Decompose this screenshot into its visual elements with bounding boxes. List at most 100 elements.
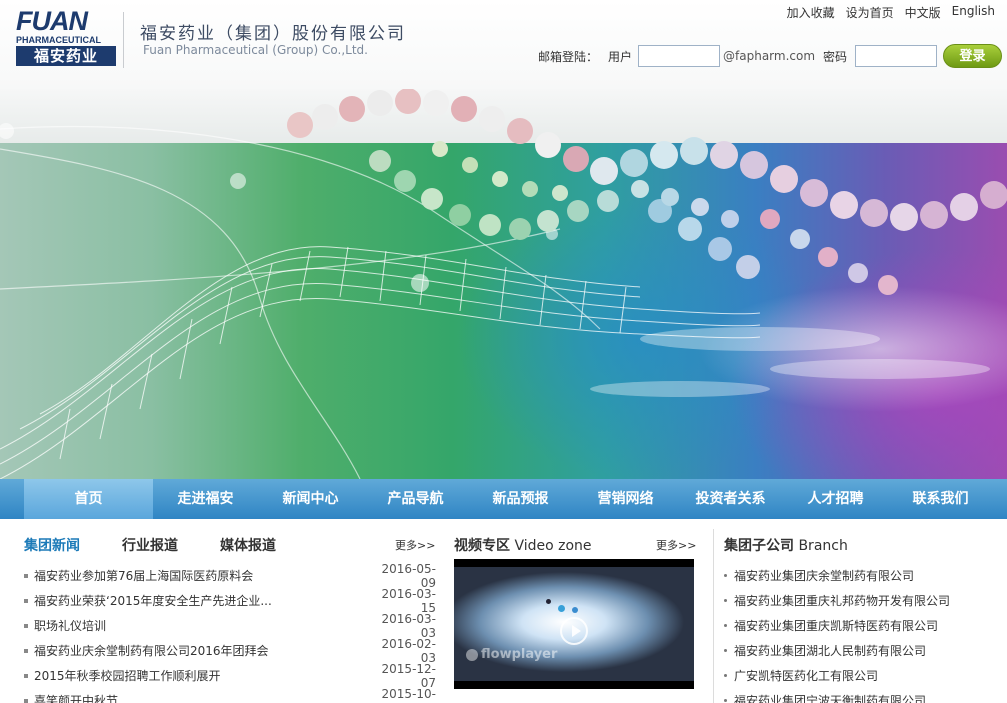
list-item[interactable]: 福安药业荣获‘2015年度安全生产先进企业... 2016-03-15 [24,586,436,615]
news-more-link[interactable]: 更多>> [395,537,435,553]
bullet-icon [24,573,28,578]
news-date: 2016-03-03 [381,611,436,640]
bullet-icon [24,598,28,603]
mail-login-label: 邮箱登陆： [538,49,599,64]
list-item[interactable]: 喜笑颜开中秋节 2015-10-09 [24,686,436,703]
video-title-en: Video zone [514,538,592,554]
tab-media-news[interactable]: 媒体报道 [220,535,276,555]
video-more-link[interactable]: 更多>> [656,537,696,553]
user-label: 用户 [608,49,633,64]
nav-careers[interactable]: 人才招聘 [783,479,888,519]
nav-news[interactable]: 新闻中心 [258,479,363,519]
flowplayer-label: flowplayer [481,647,558,662]
bullet-icon [24,698,28,703]
company-name-cn: 福安药业（集团）股份有限公司 [140,24,406,44]
logo-cn: 福安药业 [16,46,116,66]
tab-group-news[interactable]: 集团新闻 [24,535,80,555]
mail-user-input[interactable] [638,45,721,67]
logo-en: FUAN [16,6,88,36]
news-title[interactable]: 喜笑颜开中秋节 [34,692,370,703]
list-item[interactable]: 福安药业庆余堂制药有限公司2016年团拜会 2016-02-03 [24,636,436,665]
news-list: 福安药业参加第76届上海国际医药原料会 2016-05-09 福安药业荣获‘20… [24,561,436,703]
branch-name[interactable]: 福安药业集团宁波天衡制药有限公司 [734,692,926,703]
tab-industry-news[interactable]: 行业报道 [122,535,178,555]
mail-password-input[interactable] [855,45,938,67]
video-section: 视频专区 Video zone 更多>> flowplayer [454,519,696,703]
flowplayer-logo: flowplayer [466,647,557,662]
bullet-icon [724,674,727,677]
branch-name[interactable]: 福安药业集团重庆凯斯特医药有限公司 [734,617,938,634]
play-icon[interactable] [560,617,588,645]
nav-home[interactable]: 首页 [24,479,153,519]
nav-contact[interactable]: 联系我们 [888,479,993,519]
play-triangle [572,625,581,637]
news-section: 集团新闻 行业报道 媒体报道 更多>> 福安药业参加第76届上海国际医药原料会 … [24,519,436,703]
content-area: 集团新闻 行业报道 媒体报道 更多>> 福安药业参加第76届上海国际医药原料会 … [0,519,1007,703]
logo-sub: PHARMACEUTICAL [16,35,101,45]
set-homepage-link[interactable]: 设为首页 [846,4,894,21]
nav-marketing[interactable]: 营销网络 [573,479,678,519]
list-item[interactable]: 职场礼仪培训 2016-03-03 [24,611,436,640]
branch-section: 集团子公司 Branch 福安药业集团庆余堂制药有限公司 福安药业集团重庆礼邦药… [724,519,1004,703]
chinese-version-link[interactable]: 中文版 [905,4,941,21]
list-item[interactable]: 福安药业集团庆余堂制药有限公司 [724,563,1004,588]
news-title[interactable]: 2015年秋季校园招聘工作顺利展开 [34,667,370,684]
video-title-cn: 视频专区 [454,538,510,554]
video-section-title: 视频专区 Video zone [454,535,592,555]
branch-section-title: 集团子公司 Branch [724,535,848,555]
hero-banner [0,89,1007,479]
list-item[interactable]: 2015年秋季校园招聘工作顺利展开 2015-12-07 [24,662,436,690]
branch-title-cn: 集团子公司 [724,538,794,554]
branch-name[interactable]: 福安药业集团湖北人民制药有限公司 [734,642,926,659]
company-name-en: Fuan Pharmaceutical (Group) Co.,Ltd. [143,43,368,57]
news-tabs: 集团新闻 行业报道 媒体报道 [24,535,318,555]
list-item[interactable]: 福安药业参加第76届上海国际医药原料会 2016-05-09 [24,561,436,590]
login-button[interactable]: 登录 [943,44,1003,68]
bullet-icon [24,623,28,628]
news-title[interactable]: 福安药业参加第76届上海国际医药原料会 [34,567,370,584]
nav-new-products[interactable]: 新品预报 [468,479,573,519]
branch-name[interactable]: 福安药业集团重庆礼邦药物开发有限公司 [734,592,950,609]
bullet-icon [724,599,727,602]
logo-divider [123,12,124,68]
column-divider [713,529,714,703]
page: FUAN PHARMACEUTICAL 福安药业 福安药业（集团）股份有限公司 … [0,0,1007,703]
bullet-icon [724,574,727,577]
video-player[interactable]: flowplayer [454,559,694,689]
mail-domain: @fapharm.com [723,49,816,63]
list-item[interactable]: 福安药业集团湖北人民制药有限公司 [724,638,1004,663]
news-date: 2016-02-03 [381,636,436,665]
top-links: 加入收藏 设为首页 中文版 English [787,4,995,21]
bullet-icon [724,699,727,702]
nav-investors[interactable]: 投资者关系 [678,479,783,519]
bullet-icon [24,648,28,653]
news-title[interactable]: 职场礼仪培训 [34,617,370,634]
video-frame: flowplayer [454,567,694,681]
english-version-link[interactable]: English [952,4,995,21]
nav-products[interactable]: 产品导航 [363,479,468,519]
video-dot [572,607,578,613]
news-title[interactable]: 福安药业荣获‘2015年度安全生产先进企业... [34,592,370,609]
bullet-icon [724,624,727,627]
list-item[interactable]: 广安凯特医药化工有限公司 [724,663,1004,688]
mail-login: 邮箱登陆： 用户 @fapharm.com 密码 登录 [538,44,1003,68]
nav-about[interactable]: 走进福安 [153,479,258,519]
add-favorite-link[interactable]: 加入收藏 [787,4,835,21]
video-dot [546,599,551,604]
logo[interactable]: FUAN PHARMACEUTICAL 福安药业 [16,6,116,67]
main-nav: 首页 走进福安 新闻中心 产品导航 新品预报 营销网络 投资者关系 人才招聘 联… [0,479,1007,519]
news-date: 2015-10-09 [381,686,436,703]
header: FUAN PHARMACEUTICAL 福安药业 福安药业（集团）股份有限公司 … [0,0,1007,89]
news-date: 2016-05-09 [381,561,436,590]
branch-name[interactable]: 福安药业集团庆余堂制药有限公司 [734,567,914,584]
news-title[interactable]: 福安药业庆余堂制药有限公司2016年团拜会 [34,642,370,659]
dna-graphic [0,89,1007,479]
news-date: 2016-03-15 [381,586,436,615]
video-dot [558,605,565,612]
bullet-icon [24,673,28,678]
branch-title-en: Branch [798,538,848,554]
list-item[interactable]: 福安药业集团重庆礼邦药物开发有限公司 [724,588,1004,613]
branch-name[interactable]: 广安凯特医药化工有限公司 [734,667,878,684]
list-item[interactable]: 福安药业集团宁波天衡制药有限公司 [724,688,1004,703]
list-item[interactable]: 福安药业集团重庆凯斯特医药有限公司 [724,613,1004,638]
